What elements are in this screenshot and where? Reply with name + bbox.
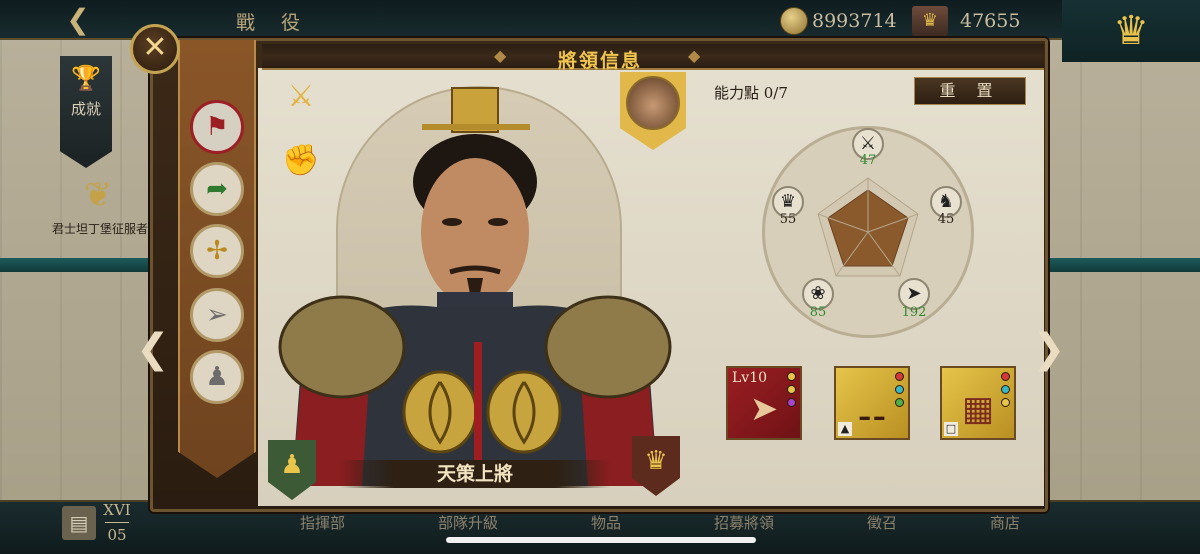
tab-items[interactable]: 物品 (591, 512, 621, 533)
previous-general-arrow-icon[interactable]: ❮ (136, 318, 170, 380)
tab-shop[interactable]: 商店 (990, 512, 1020, 533)
gem-red (1001, 372, 1010, 381)
defense-value: 85 (809, 305, 827, 320)
panel-title: 將領信息 (557, 50, 642, 72)
gem-cyan (1001, 385, 1010, 394)
gem-yellow (787, 372, 796, 381)
book-type-icon: □ (944, 422, 958, 436)
archer-class-icon[interactable]: ➢ (190, 288, 244, 342)
hooded-class-icon[interactable]: ♟ (190, 350, 244, 404)
general-portrait (278, 87, 672, 486)
tab-conscript[interactable]: 徵召 (867, 512, 897, 533)
gem-red (895, 372, 904, 381)
ability-points: 能力點 0/7 (714, 84, 788, 102)
tab-command[interactable]: 指揮部 (300, 512, 345, 533)
equipment-slot-cannon[interactable]: ⚋ ▲ (834, 366, 910, 440)
top-title: 戰 役 (236, 12, 311, 34)
crossbow-class-icon[interactable]: ✢ (190, 224, 244, 278)
equipment-slot-bow[interactable]: Lv10 ➤ (726, 366, 802, 440)
header-ornament-right: ◆ (688, 46, 701, 65)
crown-value: 47655 (960, 10, 1021, 32)
achievements-button[interactable]: 🏆 成就 (60, 56, 112, 168)
trophy-icon: 🏆 (71, 64, 101, 92)
tab-recruit[interactable]: 招募將領 (714, 512, 774, 533)
banner-class-icon[interactable]: ⚑ (190, 100, 244, 154)
avatar[interactable] (626, 76, 680, 130)
gem-yellow (787, 385, 796, 394)
ranged-value: 192 (901, 305, 927, 320)
gem-cyan (895, 385, 904, 394)
achievements-label: 成就 (70, 100, 101, 118)
page-top: XVI (103, 501, 131, 519)
royal-crown-icon[interactable]: ♛ (1062, 0, 1200, 62)
gem-green (895, 398, 904, 407)
attack-value: 47 (859, 153, 877, 168)
crown-counter: ♛ 47655 (912, 6, 1020, 36)
laurel-heart-icon[interactable]: ❦ (66, 170, 130, 220)
conquest-label: 君士坦丁堡征服者 (51, 222, 148, 236)
back-arrow-icon[interactable]: ❮ (58, 4, 98, 36)
close-icon[interactable]: ✕ (130, 24, 180, 74)
bottom-tabs: 指揮部 部隊升級 物品 招募將領 徵召 商店 (300, 512, 1020, 533)
tab-upgrade[interactable]: 部隊升級 (438, 512, 498, 533)
gold-coin-icon (780, 7, 808, 35)
gem-slots (1001, 372, 1011, 411)
crown-currency-icon: ♛ (912, 6, 948, 36)
page-bottom: 05 (107, 526, 127, 544)
gem-slots (787, 372, 797, 411)
cavalry-value: 45 (937, 212, 955, 227)
equipment-slot-book[interactable]: ▦ □ (940, 366, 1016, 440)
cavalry-archer-class-icon[interactable]: ➦ (190, 162, 244, 216)
gem-purple (787, 398, 796, 407)
gem-yellow (1001, 398, 1010, 407)
save-icon[interactable]: ▤ (62, 506, 96, 540)
gold-counter: 8993714 (780, 6, 897, 36)
gem-slots (895, 372, 905, 411)
leadership-value: 55 (779, 212, 797, 227)
weapon-type-icon: ▲ (838, 422, 852, 436)
page-indicator: XVI 05 (100, 500, 134, 545)
reset-button[interactable]: 重 置 (914, 77, 1026, 105)
gold-value: 8993714 (812, 10, 897, 32)
page-separator (105, 522, 129, 523)
next-general-arrow-icon[interactable]: ❯ (1032, 318, 1066, 380)
header-ornament-left: ◆ (494, 46, 507, 65)
home-indicator[interactable] (446, 537, 756, 543)
general-title: 天策上將 (340, 460, 610, 488)
